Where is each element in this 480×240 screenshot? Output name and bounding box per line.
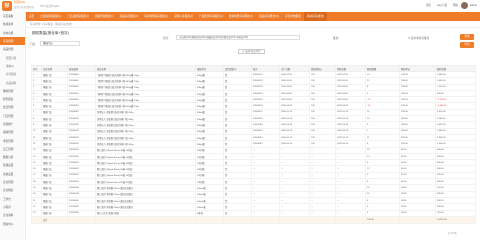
sidebar-item[interactable]: 商品资料 xyxy=(0,78,25,86)
nav-tab[interactable]: 库存预警库存报表(1) xyxy=(141,12,171,21)
top-link-message[interactable]: 消息 xyxy=(426,3,431,7)
sidebar-item[interactable]: 企业管理 xyxy=(0,178,25,186)
sidebar-item[interactable]: 数据分析 xyxy=(0,153,25,161)
sidebar-item[interactable]: 员工管理 xyxy=(0,145,25,153)
shop-select[interactable]: 惠城门店 xyxy=(40,41,80,46)
sidebar-item[interactable]: 采购管理 xyxy=(0,128,25,136)
warehouse-filter-label: 仓库: xyxy=(163,37,169,40)
user-name[interactable]: admin xyxy=(470,4,477,7)
sidebar: 首页看板 快捷菜单 常用功能 库存管理 商品管理 预警分析 成本价 库存报表 商品资料 物料管理财… xyxy=(0,12,26,240)
nav-tab[interactable]: 日常进销存报表(1) xyxy=(37,12,64,21)
top-bar: 好 好店100 连锁门店管理系统 XXX点点SaaS 消息 App下载 帮助 a… xyxy=(0,0,480,12)
sidebar-item[interactable]: 商品管理 xyxy=(0,45,25,53)
sidebar-item[interactable]: 库存报表 xyxy=(0,70,25,78)
total-cell xyxy=(279,215,310,224)
collapse-toggle[interactable]: ▲ 展开/收起条件 xyxy=(238,49,265,54)
sidebar-item[interactable]: 快捷菜单 xyxy=(0,20,25,28)
total-row: 合计 135.00 23,352.90 xyxy=(31,215,476,224)
top-link-app[interactable]: App下载 xyxy=(437,3,447,7)
nav-tab[interactable]: 商品(库存批次)(1) xyxy=(256,12,282,21)
total-cell xyxy=(223,215,252,224)
sidebar-item[interactable]: 系统设置 xyxy=(0,170,25,178)
total-cell xyxy=(309,215,336,224)
page-title: 期初数量(按仓库+批次) xyxy=(32,31,69,35)
nav-tab[interactable]: 成本核算库存报表(1) xyxy=(226,12,256,21)
brand-subtitle: 连锁门店管理系统 xyxy=(14,6,35,9)
export-button[interactable]: 导出 xyxy=(460,42,474,48)
sidebar-item[interactable]: 工作台 xyxy=(0,195,25,203)
inventory-table: 序号 仓库名称 商品编码 商品名称 规格型号 是否管批号 批号 生产日期 保质期(天) 到期日期期… xyxy=(31,65,476,224)
nav-tab[interactable]: 损耗查询报表(1) xyxy=(92,12,117,21)
nav-tab[interactable]: 库存状态报表 xyxy=(282,12,304,21)
zero-stock-label: 显示零库存批次 xyxy=(411,37,430,40)
pager: 共 23 条 xyxy=(448,232,457,235)
top-link-help[interactable]: 帮助 xyxy=(453,3,458,7)
total-cell xyxy=(95,215,196,224)
sidebar-item[interactable]: 财务报表 xyxy=(0,95,25,103)
batch-filter-label: 批次: xyxy=(333,37,339,40)
main-content: 期初数量(按仓库+批次) 仓库: 主仓库(C1) 期初仓库(C2) 调拨仓库(C… xyxy=(28,29,478,238)
sidebar-item[interactable]: 营销推广 xyxy=(0,120,25,128)
app-title: XXX点点SaaS xyxy=(40,4,60,8)
sidebar-item[interactable]: 物料管理 xyxy=(0,87,25,95)
brand-logo: 好 xyxy=(2,1,12,11)
avatar[interactable] xyxy=(461,2,468,9)
sidebar-item[interactable]: 零售管理 xyxy=(0,136,25,144)
breadcrumb: 库存管理 / 库存报表 / 期初库存(批次) xyxy=(26,21,480,28)
total-cell: 合计 xyxy=(41,215,68,224)
sidebar-item[interactable]: 企业微信 xyxy=(0,186,25,194)
total-cell xyxy=(67,215,96,224)
brand-name: 好店100 xyxy=(14,0,26,4)
total-cell: 23,352.90 xyxy=(435,215,476,224)
sidebar-item[interactable]: 企业资料 xyxy=(0,211,25,219)
sidebar-item[interactable]: 帮助中心 xyxy=(0,219,25,227)
sidebar-item[interactable]: 预警分析 xyxy=(0,53,25,61)
nav-tab[interactable]: 商品库存报表(1) xyxy=(117,12,142,21)
shop-filter-label: 门店: xyxy=(30,43,36,46)
total-cell: 135.00 xyxy=(365,215,400,224)
sidebar-item[interactable]: 库存管理 xyxy=(0,36,25,46)
total-cell xyxy=(251,215,280,224)
total-cell xyxy=(399,215,436,224)
sidebar-item[interactable]: 基础设置 xyxy=(0,161,25,169)
total-cell xyxy=(195,215,224,224)
sidebar-item[interactable]: 会员管理 xyxy=(0,103,25,111)
nav-tab[interactable]: 首页 xyxy=(26,12,37,21)
top-nav: 首页 日常进销存报表(1) 门店进销存报表(1) 损耗查询报表(1) 商品库存报表(1)… xyxy=(26,12,480,21)
total-cell xyxy=(31,215,42,224)
top-links: 消息 App下载 帮助 xyxy=(426,3,458,7)
sidebar-item[interactable]: 小程序 xyxy=(0,203,25,211)
sidebar-item[interactable]: 成本价 xyxy=(0,62,25,70)
nav-tab[interactable]: 采购入库报表(1) xyxy=(171,12,196,21)
nav-tab[interactable]: 门店进销存报表(1) xyxy=(65,12,92,21)
zero-stock-checkbox[interactable]: ☐ 显示零库存批次 xyxy=(408,36,429,40)
warehouse-multiselect[interactable]: 主仓库(C1) 期初仓库(C2) 调拨仓库(C3) 其他仓库(C4) 中转仓(C… xyxy=(176,35,300,40)
total-cell xyxy=(335,215,366,224)
sidebar-item[interactable]: 常用功能 xyxy=(0,29,25,37)
nav-tab[interactable]: 产品批次库存报表(1) xyxy=(196,12,226,21)
search-button[interactable]: 查询 xyxy=(460,34,474,40)
sidebar-item[interactable]: 首页看板 xyxy=(0,12,25,20)
sidebar-item[interactable]: 门店管理 xyxy=(0,112,25,120)
nav-tab[interactable]: 期初库存(批次) xyxy=(303,12,328,21)
